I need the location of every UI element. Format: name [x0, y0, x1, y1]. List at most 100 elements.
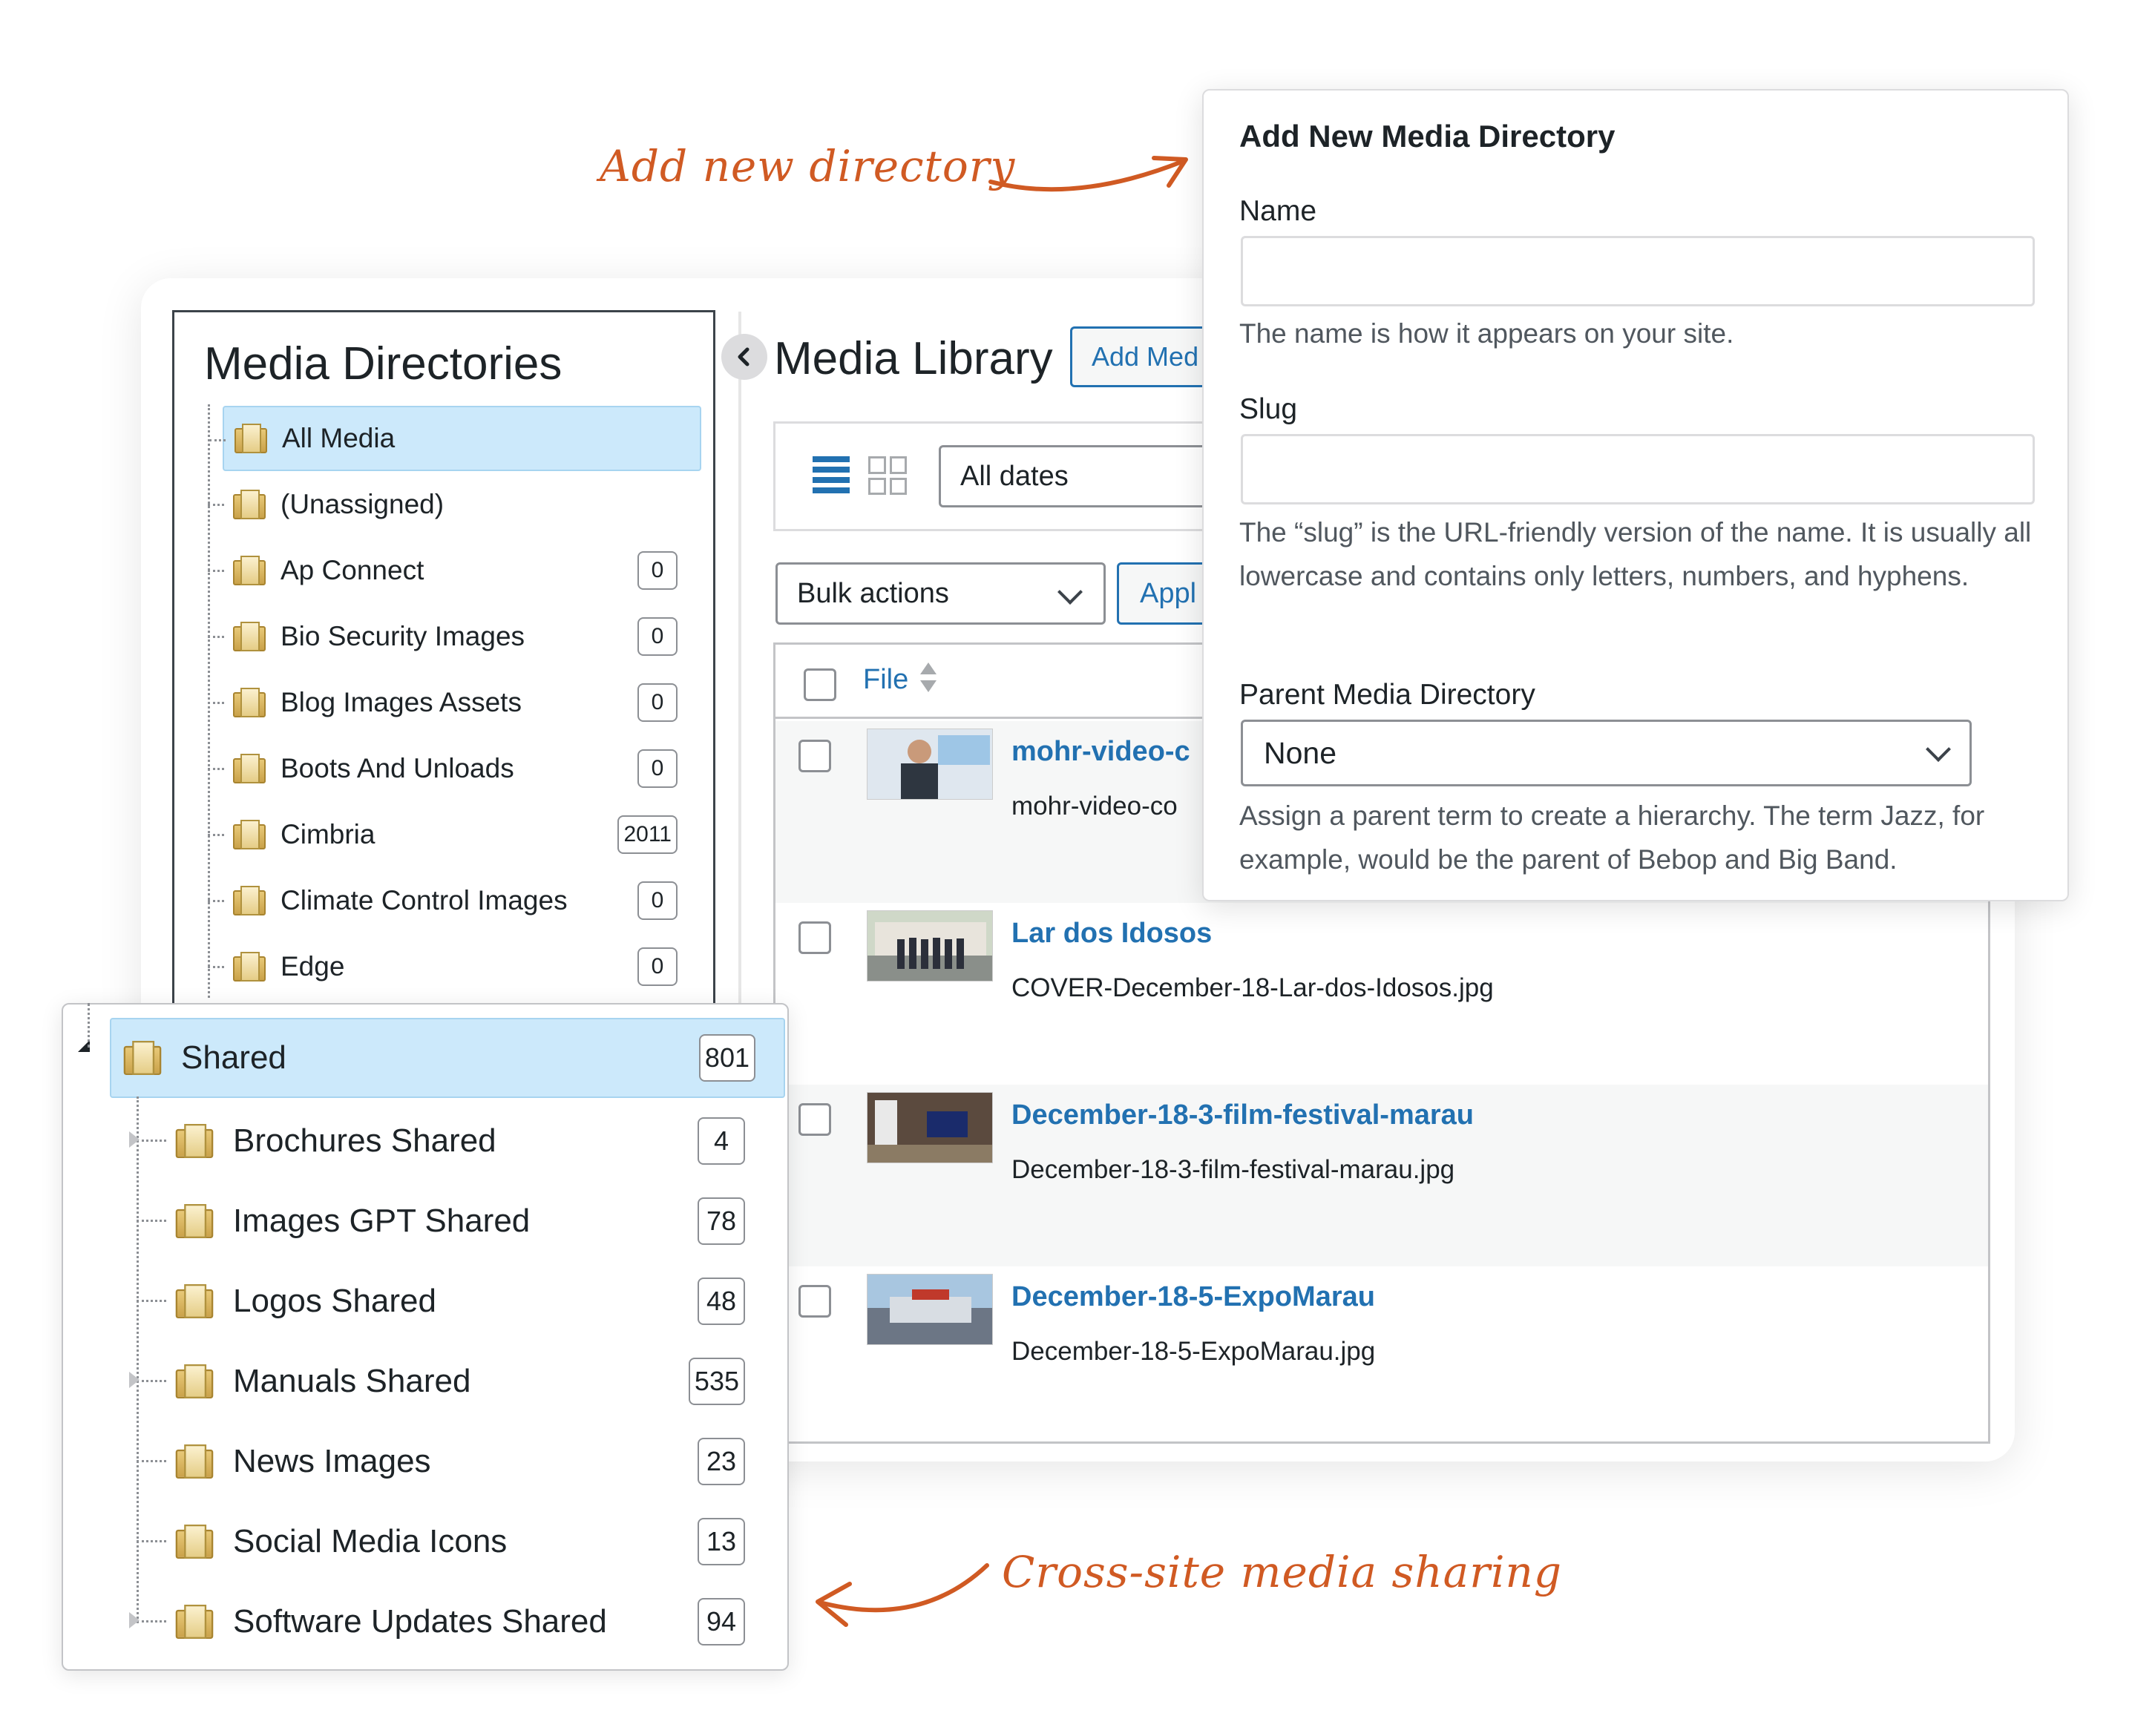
dir-item-label: Blog Images Assets	[281, 687, 522, 717]
dir-item-shared[interactable]: Shared 801	[110, 1018, 785, 1098]
dir-item-manuals-shared[interactable]: Manuals Shared 535	[129, 1341, 773, 1421]
count-badge: 0	[637, 749, 678, 788]
dir-item-climate-control[interactable]: Climate Control Images 0	[208, 868, 701, 933]
folder-icon	[175, 1124, 214, 1158]
chevron-left-icon	[738, 347, 750, 366]
count-badge: 78	[698, 1197, 745, 1245]
add-directory-annotation: Add new directory	[600, 141, 1016, 191]
dir-item-label: Edge	[281, 951, 345, 982]
row-checkbox[interactable]	[798, 1285, 831, 1318]
count-badge: 23	[698, 1438, 745, 1485]
dir-item-brochures-shared[interactable]: Brochures Shared 4	[129, 1101, 773, 1181]
dir-item-logos-shared[interactable]: Logos Shared 48	[137, 1261, 773, 1341]
media-title-link[interactable]: December-18-3-film-festival-marau	[1011, 1099, 1474, 1131]
dir-item-software-updates-shared[interactable]: Software Updates Shared 94	[129, 1582, 773, 1662]
count-badge: 2011	[617, 815, 678, 854]
dir-item-label: Software Updates Shared	[233, 1603, 607, 1640]
media-filename: mohr-video-co	[1011, 792, 1178, 821]
directories-title: Media Directories	[204, 338, 562, 389]
dir-item-label: Images GPT Shared	[233, 1203, 531, 1239]
collapsed-triangle-icon[interactable]	[129, 1131, 140, 1148]
count-badge: 0	[637, 551, 678, 590]
tree-connector	[137, 1096, 139, 1623]
dir-item-label: Ap Connect	[281, 555, 424, 585]
dir-item-label: Brochures Shared	[233, 1122, 496, 1159]
dir-item-cimbria[interactable]: Cimbria 2011	[208, 802, 701, 867]
row-checkbox[interactable]	[798, 740, 831, 772]
parent-directory-select[interactable]: None	[1241, 720, 1972, 786]
row-checkbox[interactable]	[798, 1103, 831, 1136]
dir-item-label: (Unassigned)	[281, 489, 445, 519]
dir-item-edge[interactable]: Edge 0	[208, 934, 701, 999]
count-badge: 0	[637, 683, 678, 722]
dir-item-label: Social Media Icons	[233, 1523, 508, 1559]
media-title-link[interactable]: December-18-5-ExpoMarau	[1011, 1281, 1375, 1313]
count-badge: 94	[698, 1598, 745, 1645]
dir-item-boots-unloads[interactable]: Boots And Unloads 0	[208, 736, 701, 801]
parent-help-text: Assign a parent term to create a hierarc…	[1239, 800, 1985, 875]
row-checkbox[interactable]	[798, 921, 831, 954]
dir-item-label: Bio Security Images	[281, 621, 525, 651]
folder-icon	[233, 622, 266, 651]
dir-item-blog-images[interactable]: Blog Images Assets 0	[208, 670, 701, 735]
media-thumbnail[interactable]	[867, 729, 993, 800]
file-column-header[interactable]: File	[863, 664, 908, 696]
slug-help-text: The “slug” is the URL-friendly version o…	[1239, 517, 2032, 591]
bulk-actions-select[interactable]: Bulk actions	[775, 562, 1106, 625]
table-row: December-18-3-film-festival-marau Decemb…	[775, 1085, 1988, 1266]
media-filename: COVER-December-18-Lar-dos-Idosos.jpg	[1011, 973, 1494, 1002]
media-title-link[interactable]: mohr-video-c	[1011, 736, 1190, 768]
folder-icon	[123, 1041, 162, 1075]
folder-icon	[233, 754, 266, 783]
folder-icon	[175, 1444, 214, 1479]
count-badge: 13	[698, 1518, 745, 1565]
count-badge: 0	[637, 947, 678, 986]
arrow-right-icon	[988, 156, 1188, 192]
sort-icon[interactable]	[920, 662, 937, 698]
folder-icon	[175, 1364, 214, 1398]
name-help-text: The name is how it appears on your site.	[1239, 318, 1734, 349]
folder-icon	[234, 424, 267, 453]
name-input[interactable]	[1241, 236, 2035, 306]
media-thumbnail[interactable]	[867, 910, 993, 982]
dir-item-social-media-icons[interactable]: Social Media Icons 13	[137, 1502, 773, 1582]
name-label: Name	[1239, 195, 1317, 227]
table-row: Lar dos Idosos COVER-December-18-Lar-dos…	[775, 903, 1988, 1085]
add-directory-title: Add New Media Directory	[1239, 119, 1616, 154]
parent-label: Parent Media Directory	[1239, 679, 1535, 711]
slug-label: Slug	[1239, 393, 1298, 425]
list-view-icon[interactable]	[813, 456, 850, 493]
tree-connector	[88, 1003, 90, 1048]
dir-item-label: News Images	[233, 1443, 431, 1479]
dir-item-ap-connect[interactable]: Ap Connect 0	[208, 538, 701, 603]
dir-item-label: Climate Control Images	[281, 885, 568, 915]
panel-divider	[738, 312, 741, 1039]
folder-icon	[175, 1605, 214, 1639]
cross-site-annotation: Cross-site media sharing	[1002, 1547, 1563, 1597]
folder-icon	[175, 1284, 214, 1318]
table-row: December-18-5-ExpoMarau December-18-5-Ex…	[775, 1266, 1988, 1448]
media-thumbnail[interactable]	[867, 1092, 993, 1163]
select-all-checkbox[interactable]	[804, 668, 836, 701]
dir-item-label: Shared	[181, 1039, 286, 1076]
dir-item-label: Cimbria	[281, 819, 375, 849]
dir-item-label: Manuals Shared	[233, 1363, 471, 1399]
dir-item-unassigned[interactable]: (Unassigned)	[208, 472, 701, 537]
dir-item-bio-security[interactable]: Bio Security Images 0	[208, 604, 701, 669]
collapsed-triangle-icon[interactable]	[129, 1372, 140, 1388]
collapse-sidebar-button[interactable]	[721, 334, 767, 380]
collapsed-triangle-icon[interactable]	[129, 1612, 140, 1628]
count-badge: 535	[688, 1358, 745, 1405]
dir-item-all-media[interactable]: All Media	[209, 406, 701, 471]
dir-item-label: All Media	[282, 423, 396, 453]
media-title-link[interactable]: Lar dos Idosos	[1011, 918, 1212, 950]
grid-view-icon[interactable]	[868, 456, 907, 495]
dir-item-news-images[interactable]: News Images 23	[137, 1421, 773, 1502]
media-thumbnail[interactable]	[867, 1274, 993, 1345]
count-badge: 48	[698, 1278, 745, 1325]
folder-icon	[233, 556, 266, 585]
dir-item-images-gpt-shared[interactable]: Images GPT Shared 78	[137, 1181, 773, 1261]
media-filename: December-18-3-film-festival-marau.jpg	[1011, 1155, 1455, 1184]
slug-input[interactable]	[1241, 434, 2035, 504]
count-badge: 0	[637, 881, 678, 920]
